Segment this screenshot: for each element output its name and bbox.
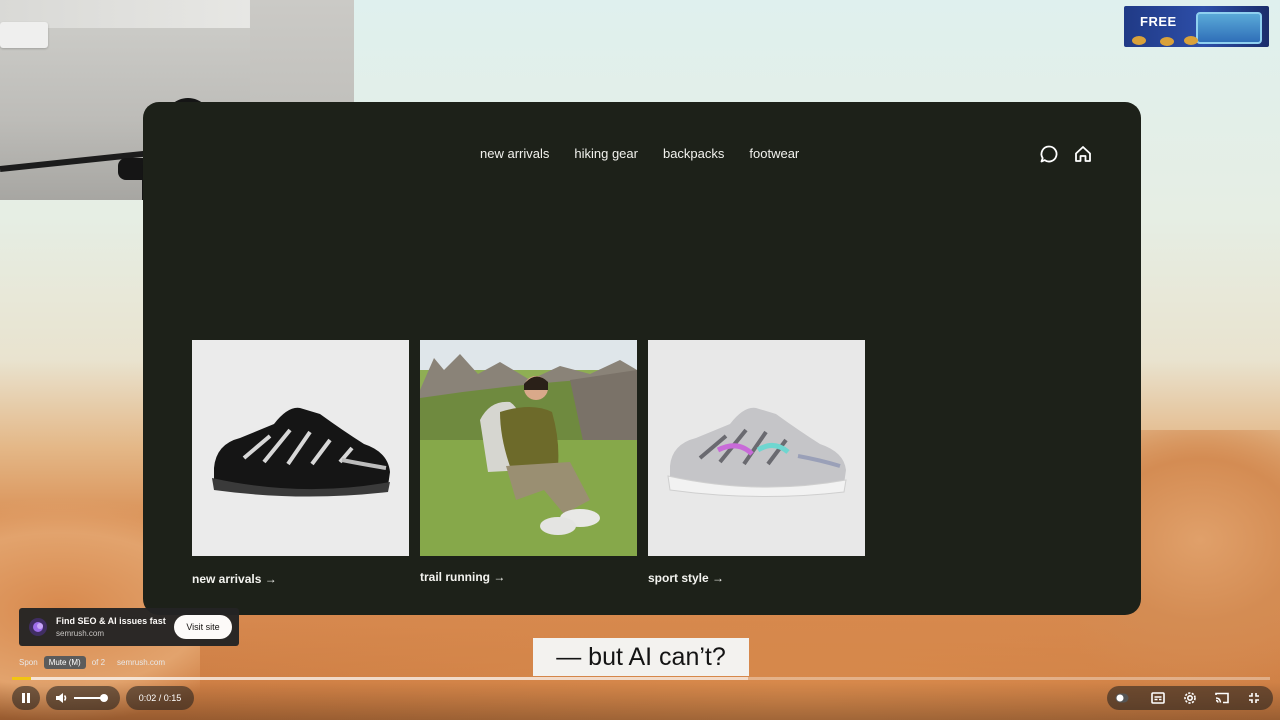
black-shoe-image[interactable] (192, 340, 409, 556)
treasure-chest-graphic (1196, 12, 1262, 44)
nav-footwear[interactable]: footwear (749, 146, 799, 161)
mute-tooltip: Mute (M) (43, 656, 86, 669)
ad-count: of 2 (91, 658, 106, 667)
cast-button[interactable] (1214, 686, 1230, 710)
product-card[interactable]: new arrivals → (192, 340, 409, 586)
pause-button[interactable] (12, 686, 40, 710)
cast-icon (1215, 692, 1229, 704)
ad-title[interactable]: Find SEO & AI issues fast (56, 616, 166, 626)
nav-hiking-gear[interactable]: hiking gear (574, 146, 638, 161)
played-bar (12, 677, 31, 680)
sponsored-label: Spon (19, 658, 38, 667)
autoplay-toggle-icon (1115, 693, 1129, 703)
gear-icon (1184, 692, 1196, 704)
exit-fullscreen-icon (1249, 693, 1259, 703)
nav-new-arrivals[interactable]: new arrivals (480, 146, 549, 161)
semrush-logo-icon (29, 618, 47, 636)
volume-knob[interactable] (100, 694, 108, 702)
air-conditioner (0, 22, 48, 48)
main-nav: new arrivals hiking gear backpacks footw… (480, 146, 824, 161)
visit-site-button[interactable]: Visit site (174, 615, 232, 639)
exit-fullscreen-button[interactable] (1246, 686, 1262, 710)
hiker-photo[interactable] (420, 340, 637, 556)
nav-backpacks[interactable]: backpacks (663, 146, 724, 161)
time-display: 0:02 / 0:15 (126, 686, 194, 710)
ad-card[interactable]: Find SEO & AI issues fast semrush.com Vi… (19, 608, 239, 646)
ad-meta-domain[interactable]: semrush.com (117, 658, 165, 667)
chat-icon[interactable] (1039, 144, 1059, 164)
ad-meta: Spon Mute (M) of 2 semrush.com (19, 656, 165, 669)
card-caption[interactable]: new arrivals → (192, 572, 409, 586)
captions-icon (1151, 692, 1165, 704)
card-caption[interactable]: trail running → (420, 570, 637, 584)
time-readout: 0:02 / 0:15 (138, 693, 182, 703)
card-caption[interactable]: sport style → (648, 571, 865, 585)
volume-icon[interactable] (54, 691, 68, 705)
ad-domain: semrush.com (56, 629, 105, 638)
sponsor-thumbnail[interactable]: FREE (1124, 6, 1269, 47)
product-card[interactable]: sport style → (648, 340, 865, 585)
pause-icon (22, 693, 30, 703)
home-icon[interactable] (1073, 144, 1093, 164)
promo-label: FREE (1140, 14, 1177, 29)
product-card[interactable]: trail running → (420, 340, 637, 584)
buffer-bar (12, 677, 748, 680)
silver-shoe-image[interactable] (648, 340, 865, 556)
caption-subtitle: — but AI can’t? (533, 638, 749, 676)
captions-button[interactable] (1150, 686, 1166, 710)
autoplay-toggle[interactable] (1114, 686, 1130, 710)
settings-button[interactable] (1182, 686, 1198, 710)
website-panel: new arrivals hiking gear backpacks footw… (143, 102, 1141, 615)
